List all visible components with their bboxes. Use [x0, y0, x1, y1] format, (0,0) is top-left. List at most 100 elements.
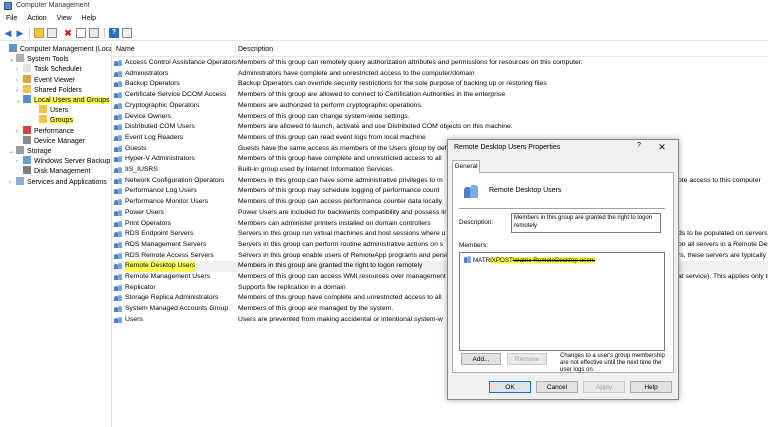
tree-node-disk-management[interactable]: Disk Management: [16, 166, 90, 176]
group-description: Members of this group are allowed to con…: [238, 91, 506, 99]
description-overflow-text: ote access to this computer: [678, 176, 761, 184]
tree-node-label: Windows Server Backup: [34, 158, 111, 166]
group-name: IIS_IUSRS: [125, 166, 158, 173]
members-list[interactable]: MATRIXPOST\matrix-RemoteDesktop-users: [459, 252, 665, 351]
description-overflow-text: at service). This applies only to W: [678, 273, 768, 280]
expand-arrow-icon[interactable]: ⌄: [9, 147, 16, 157]
forward-icon[interactable]: ▶: [15, 28, 25, 38]
expand-arrow-icon[interactable]: ⌄: [16, 96, 23, 106]
group-name: RDS Management Servers: [125, 240, 207, 248]
ok-button[interactable]: OK: [489, 381, 531, 393]
group-row[interactable]: Certificate Service DCOM Access Members o…: [112, 90, 768, 101]
group-row[interactable]: Cryptographic Operators Members are autho…: [112, 101, 768, 112]
tab-general[interactable]: General: [452, 160, 480, 173]
group-icon: [114, 263, 122, 270]
dialog-title: Remote Desktop Users Properties: [454, 144, 561, 151]
tree-node-label: Performance: [34, 127, 75, 135]
backup-icon: [23, 156, 31, 165]
group-name: Power Users: [125, 208, 164, 216]
tree-node-windows-server-backup[interactable]: › Windows Server Backup: [16, 156, 110, 166]
show-hide-tree-icon[interactable]: [47, 28, 57, 38]
group-icon: [114, 199, 122, 206]
dialog-help-button[interactable]: ?: [634, 142, 644, 152]
membership-note: Changes to a user's group membership are…: [560, 353, 665, 373]
remove-button[interactable]: Remove: [507, 353, 547, 365]
show-action-pane-icon[interactable]: [122, 28, 132, 38]
group-name: Guests: [125, 144, 147, 152]
folder-icon: [23, 84, 31, 93]
description-overflow-text: on all servers in a Remote Desk: [678, 240, 768, 248]
group-name: Event Log Readers: [125, 133, 184, 141]
divider: [459, 208, 665, 209]
group-row[interactable]: Distributed COM Users Members are allowed…: [112, 122, 768, 133]
tree-node-performance[interactable]: › Performance: [16, 125, 75, 136]
group-icon: [114, 284, 122, 292]
group-name: Distributed COM Users: [125, 123, 195, 131]
tree-node-storage[interactable]: ⌄ Storage: [9, 146, 52, 156]
back-icon[interactable]: ◀: [3, 28, 13, 38]
group-name: Performance Monitor Users: [125, 198, 209, 206]
group-icon: [114, 274, 122, 281]
properties-icon[interactable]: [76, 28, 86, 38]
group-name: Administrators: [125, 69, 169, 77]
tree-node-groups[interactable]: Groups: [32, 115, 73, 125]
export-list-icon[interactable]: [89, 28, 99, 38]
tree-node-event-viewer[interactable]: › Event Viewer: [16, 74, 75, 85]
clock-icon: [23, 64, 31, 73]
disk-icon: [23, 166, 31, 175]
description-field[interactable]: Members in this group are granted the ri…: [511, 213, 661, 233]
group-row[interactable]: Administrators Administrators have comple…: [112, 69, 768, 80]
menu-bar: File Action View Help: [0, 13, 768, 25]
group-icon: [114, 306, 122, 313]
menu-action[interactable]: Action: [27, 13, 46, 25]
column-header-description[interactable]: Description: [238, 44, 273, 56]
group-row[interactable]: Backup Operators Backup Operators can ove…: [112, 79, 768, 90]
group-name: Users: [125, 315, 143, 323]
tree-node-shared-folders[interactable]: › Shared Folders: [16, 84, 82, 95]
tree-node-users[interactable]: Users: [32, 105, 68, 115]
group-icon: [114, 209, 122, 217]
up-folder-icon[interactable]: [34, 28, 44, 38]
menu-help[interactable]: Help: [82, 13, 96, 25]
dialog-close-button[interactable]: ✕: [656, 142, 668, 152]
apply-button[interactable]: Apply: [583, 381, 625, 393]
tree-node-label: Task Scheduler: [34, 66, 82, 74]
column-separator[interactable]: [235, 43, 236, 56]
group-icon: [114, 102, 122, 110]
tree-node-device-manager[interactable]: Device Manager: [16, 135, 85, 146]
tree-node-label: Local Users and Groups: [34, 97, 110, 104]
group-icon: [114, 316, 122, 324]
help-icon[interactable]: ?: [109, 28, 119, 38]
menu-file[interactable]: File: [6, 13, 17, 25]
tree-node-label: Services and Applications: [27, 178, 107, 186]
folder-icon: [39, 115, 47, 124]
group-icon: [114, 231, 122, 238]
group-name: Cryptographic Operators: [125, 101, 200, 109]
tree-node-label: Users: [50, 107, 69, 115]
menu-view[interactable]: View: [57, 13, 72, 25]
tree-node-label: Computer Management (Local: [20, 46, 112, 53]
group-icon: [114, 60, 122, 67]
group-row[interactable]: Access Control Assistance Operators Membe…: [112, 58, 768, 69]
group-name: RDS Endpoint Servers: [125, 230, 194, 238]
description-label: Description:: [459, 219, 494, 226]
group-row[interactable]: Device Owners Members of this group can c…: [112, 112, 768, 123]
group-name: Print Operators: [125, 219, 172, 227]
device-icon: [23, 135, 31, 144]
services-icon: [16, 176, 24, 185]
cancel-button[interactable]: Cancel: [536, 381, 578, 393]
member-item[interactable]: MATRIXPOST\matrix-RemoteDesktop-users: [464, 256, 595, 264]
group-name: Remote Desktop Users: [125, 261, 196, 272]
column-header-name[interactable]: Name: [116, 44, 135, 56]
tree-node-task-scheduler[interactable]: › Task Scheduler: [16, 64, 82, 74]
tree-node-computer-management-local[interactable]: Computer Management (Local: [2, 44, 112, 54]
expand-arrow-icon[interactable]: ›: [9, 178, 16, 188]
tree-node-services-and-applications[interactable]: › Services and Applications: [9, 176, 107, 188]
dialog-help-action-button[interactable]: Help: [630, 381, 672, 393]
expand-arrow-icon[interactable]: ⌄: [9, 55, 16, 65]
tree-node-local-users-and-groups[interactable]: ⌄ Local Users and Groups: [16, 95, 110, 106]
group-name: System Managed Accounts Group: [125, 305, 229, 313]
add-button[interactable]: Add...: [461, 353, 501, 365]
delete-icon[interactable]: ✖: [63, 28, 73, 38]
tree-node-system-tools[interactable]: ⌄ System Tools: [9, 54, 69, 64]
